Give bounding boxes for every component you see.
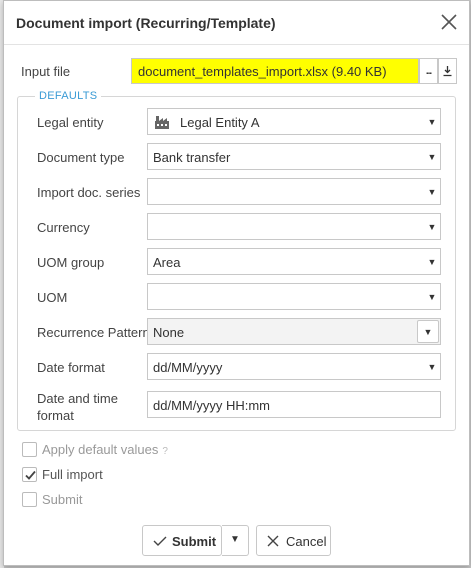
- chevron-down-icon: ▼: [427, 291, 437, 302]
- currency-select[interactable]: ▼: [147, 213, 441, 240]
- apply-default-values-checkbox[interactable]: [22, 442, 37, 457]
- date-format-label: Date format: [37, 360, 105, 375]
- uom-select[interactable]: ▼: [147, 283, 441, 310]
- date-time-format-value: dd/MM/yyyy HH:mm: [153, 398, 270, 413]
- close-icon: [441, 14, 457, 30]
- cancel-button[interactable]: Cancel: [256, 525, 331, 556]
- submit-option-label: Submit: [42, 492, 83, 507]
- apply-default-values-label: Apply default values?: [42, 442, 168, 457]
- chevron-down-icon: ▼: [427, 116, 437, 127]
- uom-group-select[interactable]: Area ▼: [147, 248, 441, 275]
- close-button[interactable]: [439, 12, 459, 32]
- import-doc-series-label: Import doc. series: [37, 185, 141, 200]
- recurrence-pattern-value: None: [153, 325, 185, 340]
- submit-button-label: Submit: [172, 534, 217, 549]
- chevron-down-icon: ▼: [427, 256, 437, 267]
- submit-dropdown-button[interactable]: ▼: [222, 525, 249, 556]
- currency-label: Currency: [37, 220, 90, 235]
- date-time-format-label-line2: format: [37, 408, 74, 423]
- chevron-down-icon: ▼: [427, 221, 437, 232]
- building-icon: [155, 116, 169, 129]
- legal-entity-label: Legal entity: [37, 115, 104, 130]
- download-file-button[interactable]: [438, 58, 457, 84]
- uom-label: UOM: [37, 290, 68, 305]
- date-format-select[interactable]: dd/MM/yyyy ▼: [147, 353, 441, 380]
- date-time-format-label-line1: Date and time: [37, 391, 118, 406]
- checkmark-icon: [153, 536, 167, 546]
- defaults-legend: DEFAULTS: [35, 90, 102, 102]
- submit-option-checkbox[interactable]: [22, 492, 37, 507]
- checkmark-icon: [25, 470, 36, 480]
- caret-down-icon: ▼: [230, 534, 240, 545]
- legal-entity-value: Legal Entity A: [180, 115, 260, 130]
- date-time-format-input[interactable]: dd/MM/yyyy HH:mm: [147, 391, 441, 418]
- date-format-value: dd/MM/yyyy: [153, 360, 223, 375]
- recurrence-pattern-label: Recurrence Pattern: [37, 325, 150, 340]
- chevron-down-icon[interactable]: ▼: [417, 320, 439, 343]
- uom-group-value: Area: [153, 255, 181, 270]
- import-doc-series-select[interactable]: ▼: [147, 178, 441, 205]
- document-type-select[interactable]: Bank transfer ▼: [147, 143, 441, 170]
- uom-group-label: UOM group: [37, 255, 105, 270]
- recurrence-pattern-select[interactable]: None ▼: [147, 318, 441, 345]
- help-icon[interactable]: ?: [162, 446, 168, 457]
- date-time-format-label: Date and time format: [37, 390, 118, 424]
- input-file-label: Input file: [21, 64, 71, 79]
- document-type-value: Bank transfer: [153, 150, 231, 165]
- cancel-button-label: Cancel: [286, 534, 327, 549]
- dialog-title-bar: Document import (Recurring/Template): [4, 1, 469, 45]
- chevron-down-icon: ▼: [427, 151, 437, 162]
- full-import-label: Full import: [42, 467, 103, 482]
- ellipsis-icon: ...: [425, 65, 432, 77]
- download-icon: [443, 66, 452, 77]
- legal-entity-select[interactable]: Legal Entity A ▼: [147, 108, 441, 135]
- import-dialog: Document import (Recurring/Template) Inp…: [3, 0, 470, 566]
- close-icon: [267, 535, 279, 547]
- document-type-label: Document type: [37, 150, 125, 165]
- browse-file-button[interactable]: ...: [419, 58, 438, 84]
- submit-button[interactable]: Submit: [142, 525, 222, 556]
- full-import-checkbox[interactable]: [22, 467, 37, 482]
- chevron-down-icon: ▼: [427, 361, 437, 372]
- dialog-title: Document import (Recurring/Template): [16, 15, 276, 31]
- chevron-down-icon: ▼: [427, 186, 437, 197]
- input-file-value: document_templates_import.xlsx (9.40 KB): [138, 64, 387, 79]
- input-file-field[interactable]: document_templates_import.xlsx (9.40 KB): [131, 58, 419, 84]
